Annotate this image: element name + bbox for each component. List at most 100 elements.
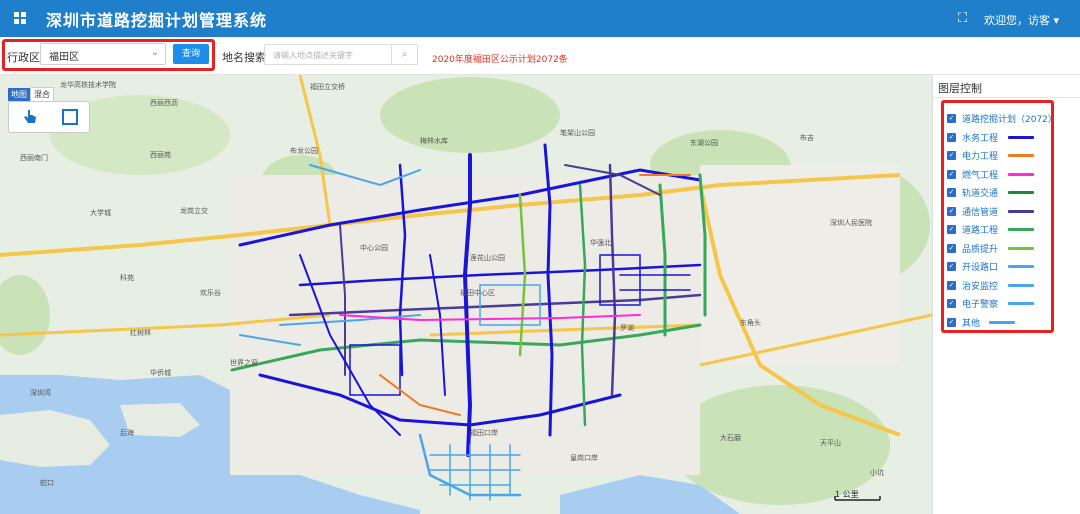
app-header: 深圳市道路挖掘计划管理系统 ⛶ 欢迎您，访客 ▾ [0,0,1080,37]
search-icon[interactable]: ⌕ [392,44,418,65]
map-label: 深圳湾 [30,388,51,397]
map-label: 西丽苑 [150,150,171,159]
layer-item[interactable]: ✓ 水务工程 [947,131,1047,145]
layer-color-swatch [989,320,1015,324]
layer-color-swatch [1008,135,1034,139]
query-button[interactable]: 查询 [173,44,209,64]
layer-color-swatch [1008,172,1034,176]
map-label: 华侨城 [150,368,171,377]
chevron-down-icon: ▾ [1053,14,1060,27]
district-value: 福田区 [49,52,79,63]
layer-label: 其他 [962,318,981,329]
map-label: 天平山 [820,438,841,447]
fullscreen-icon[interactable]: ⛶ [958,11,967,26]
layer-label: 电力工程 [962,152,999,162]
layer-item[interactable]: ✓ 电力工程 [947,149,1047,163]
map-label: 蛇口 [40,478,54,487]
layer-color-swatch [1008,154,1034,157]
layer-color-swatch [1008,302,1034,305]
search-bar: 行政区 福田区 ⌄ 查询 地名搜索 请输入地点描述关键字 ⌕ 2020年度福田区… [0,37,1080,75]
map-label: 大学城 [90,208,111,217]
map-canvas[interactable]: 龙华高铁技术学院 福田立交桥 西丽西沥 西丽南门 西丽苑 大学城 龙岗立交 布龙… [0,75,932,514]
map-label: 布龙公园 [290,146,318,155]
layer-item[interactable]: ✓ 道路工程 [947,223,1047,237]
chevron-down-icon: ⌄ [150,47,159,58]
scale-label: 1 公里 [835,490,859,499]
map-label: 华强北 [590,238,611,247]
layer-checkbox[interactable]: ✓ [947,188,956,197]
layer-checkbox[interactable]: ✓ [947,132,956,142]
park-area [0,275,50,355]
layer-color-swatch [1008,265,1034,268]
layer-item[interactable]: ✓ 品质提升 [947,242,1047,256]
place-label: 地名搜索 [222,51,266,64]
layer-label: 轨道交通 [962,189,999,199]
layer-item[interactable]: ✓ 治安监控 [947,279,1047,293]
layer-label: 通信管道 [962,207,999,218]
map-label: 皇岗口岸 [570,453,598,462]
user-menu[interactable]: 欢迎您，访客 ▾ [984,12,1059,28]
map-label: 龙岗立交 [180,206,208,215]
layer-panel-title: 图层控制 [938,82,982,95]
layer-checkbox[interactable]: ✓ [947,225,956,234]
plan-notice: 2020年度福田区公示计划2072条 [432,55,568,65]
layer-checkbox[interactable]: ✓ [947,317,956,327]
layer-checkbox[interactable]: ✓ [947,243,956,253]
layer-item[interactable]: ✓ 通信管道 [947,205,1047,219]
map-label: 大石磨 [720,433,741,442]
user-greeting: 欢迎您，访客 [984,14,1050,27]
layer-color-swatch [1008,228,1034,231]
layer-item[interactable]: ✓ 电子警察 [947,297,1047,311]
map-label: 笔架山公园 [560,128,595,137]
layer-item[interactable]: ✓ 其他 [947,316,1047,330]
map-type-toggle[interactable]: 地图 混合 [8,82,54,102]
map-label: 红树林 [130,328,151,337]
place-search-input[interactable]: 请输入地点描述关键字 [264,44,392,65]
layer-color-swatch [1008,209,1034,213]
map-label: 西丽南门 [20,153,48,162]
layer-item[interactable]: ✓ 轨道交通 [947,186,1047,200]
map-svg: 龙华高铁技术学院 福田立交桥 西丽西沥 西丽南门 西丽苑 大学城 龙岗立交 布龙… [0,75,932,514]
layer-label: 道路挖掘计划（2072） [962,115,1057,125]
layer-checkbox[interactable]: ✓ [947,114,956,123]
layer-checkbox[interactable]: ✓ [947,299,956,308]
map-label: 罗湖 [620,323,634,332]
rectangle-select-icon[interactable] [62,109,78,125]
layer-label: 道路工程 [962,226,999,236]
map-label: 福田口岸 [470,428,498,437]
layer-checkbox[interactable]: ✓ [947,169,956,179]
district-label: 行政区 [7,51,40,64]
layer-item[interactable]: ✓ 道路挖掘计划（2072） [947,112,1057,126]
district-select[interactable]: 福田区 ⌄ [40,43,166,65]
layer-checkbox[interactable]: ✓ [947,262,956,271]
layer-label: 治安监控 [962,281,999,292]
map-label: 科苑 [120,273,134,282]
layer-control-panel: 图层控制 ✓ 道路挖掘计划（2072） ✓ 水务工程 ✓ 电力工程 ✓ 燃气工程 ✓ 轨道交通 ✓ 通… [932,75,1080,514]
map-label: 欢乐谷 [200,288,221,297]
park-area [380,77,560,153]
map-type-map[interactable]: 地图 [8,88,30,101]
layer-color-swatch [1008,191,1034,194]
divider [933,97,1080,98]
map-label: 深圳人民医院 [830,218,872,227]
map-label: 福田中心区 [460,288,495,297]
layer-item[interactable]: ✓ 开设路口 [947,260,1047,274]
layer-checkbox[interactable]: ✓ [947,206,956,216]
map-type-hybrid[interactable]: 混合 [30,87,54,102]
layer-label: 燃气工程 [962,170,999,181]
map-label: 中心公园 [360,243,388,252]
layer-checkbox[interactable]: ✓ [947,280,956,290]
layer-label: 水务工程 [962,133,999,144]
map-label: 西丽西沥 [150,98,178,107]
layer-color-swatch [1008,283,1034,287]
pointer-hand-icon[interactable] [23,109,37,125]
layer-color-swatch [1008,246,1034,250]
map-label: 龙华高铁技术学院 [60,80,116,89]
map-label: 东角头 [740,318,761,327]
grid-menu-icon[interactable] [14,12,26,24]
layer-checkbox[interactable]: ✓ [947,151,956,160]
map-label: 世界之窗 [230,358,258,367]
app-title: 深圳市道路挖掘计划管理系统 [46,11,268,30]
layer-item[interactable]: ✓ 燃气工程 [947,168,1047,182]
urban-area [700,165,900,365]
